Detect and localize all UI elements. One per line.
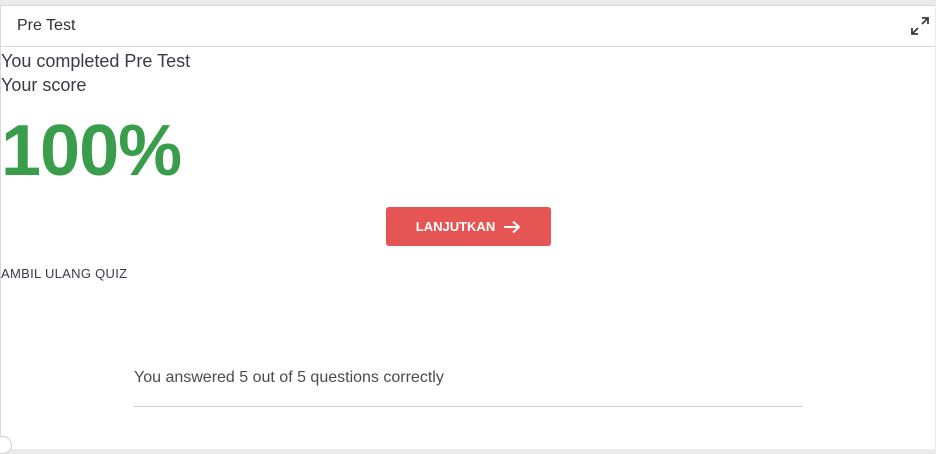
page-frame: Pre Test You completed Pre Test Your sco… [0,0,936,454]
continue-button-label: LANJUTKAN [415,219,496,234]
score-value: 100% [1,111,182,191]
score-label: Your score [1,75,87,95]
scroll-handle[interactable] [0,436,12,454]
answered-summary: You answered 5 out of 5 questions correc… [134,369,444,386]
quiz-card: Pre Test You completed Pre Test Your sco… [0,5,935,449]
card-title: Pre Test [17,17,76,34]
arrow-right-icon [503,220,521,234]
retake-quiz-link[interactable]: AMBIL ULANG QUIZ [1,266,935,281]
expand-icon[interactable] [909,15,931,37]
continue-button[interactable]: LANJUTKAN [386,207,551,246]
divider [134,406,803,407]
card-header: Pre Test [1,6,935,47]
completed-message: You completed Pre Test [1,51,191,71]
